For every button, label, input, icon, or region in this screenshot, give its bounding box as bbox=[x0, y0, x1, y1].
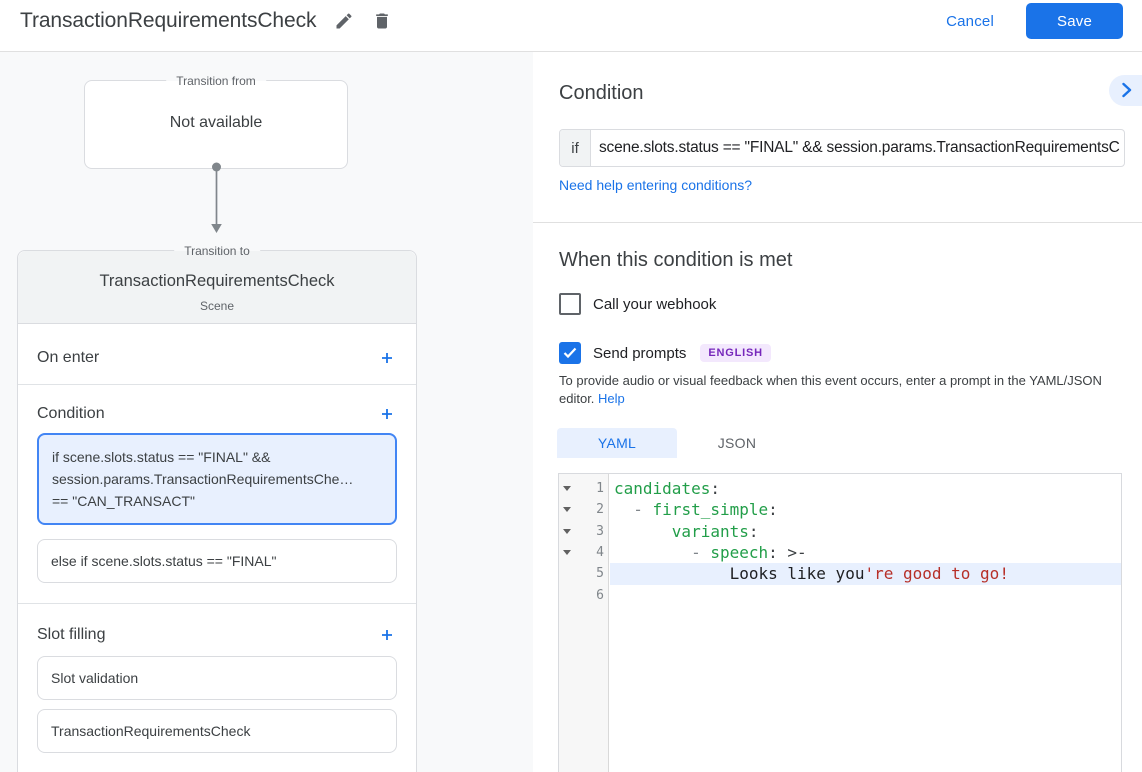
fold-toggle[interactable] bbox=[559, 499, 576, 520]
tab-json[interactable]: JSON bbox=[677, 428, 797, 458]
page-title: TransactionRequirementsCheck bbox=[20, 9, 316, 33]
condition-label: Condition bbox=[37, 405, 105, 423]
fold-toggle[interactable] bbox=[559, 478, 576, 499]
edit-icon[interactable] bbox=[334, 11, 354, 31]
scene-flow-panel: Transition from Not available Transition… bbox=[0, 52, 533, 772]
line-number: 5 bbox=[576, 563, 604, 584]
fold-arrow-icon bbox=[563, 529, 571, 534]
webhook-row: Call your webhook bbox=[559, 293, 716, 315]
tab-yaml[interactable]: YAML bbox=[557, 428, 677, 458]
condition-heading: Condition bbox=[559, 79, 644, 107]
prompt-description: To provide audio or visual feedback when… bbox=[559, 372, 1102, 408]
delete-icon[interactable] bbox=[372, 11, 392, 31]
line-number: 2 bbox=[576, 499, 604, 520]
fold-spacer bbox=[559, 563, 576, 584]
checkmark-icon bbox=[563, 347, 577, 359]
code-text[interactable]: - first_simple: bbox=[610, 499, 1121, 520]
fold-toggle[interactable] bbox=[559, 542, 576, 563]
call-webhook-label: Call your webhook bbox=[593, 296, 716, 313]
else-condition-item[interactable]: else if scene.slots.status == "FINAL" bbox=[37, 539, 397, 583]
code-line: 1 candidates: bbox=[559, 478, 1121, 499]
save-button[interactable]: Save bbox=[1026, 3, 1123, 39]
on-enter-section: On enter bbox=[18, 324, 416, 385]
prompt-description-line1: To provide audio or visual feedback when… bbox=[559, 373, 1102, 388]
collapse-panel-button[interactable] bbox=[1109, 75, 1142, 106]
fold-spacer bbox=[559, 585, 576, 606]
code-text[interactable]: - speech: >- bbox=[610, 542, 1121, 563]
code-line: 6 bbox=[559, 585, 1121, 606]
condition-editor-panel: Condition if scene.slots.status == "FINA… bbox=[533, 52, 1142, 772]
scene-name: TransactionRequirementsCheck bbox=[18, 270, 416, 292]
cancel-button[interactable]: Cancel bbox=[946, 13, 994, 30]
code-text[interactable]: variants: bbox=[610, 521, 1121, 542]
fold-arrow-icon bbox=[563, 486, 571, 491]
line-number: 1 bbox=[576, 478, 604, 499]
condition-line: if scene.slots.status == "FINAL" && bbox=[52, 446, 382, 468]
transition-from-legend: Transition from bbox=[166, 72, 266, 90]
transition-from-box: Transition from Not available bbox=[84, 80, 348, 169]
fold-arrow-icon bbox=[563, 507, 571, 512]
language-badge: ENGLISH bbox=[700, 344, 771, 362]
condition-section: Condition if scene.slots.status == "FINA… bbox=[18, 385, 416, 604]
slot-filling-section: Slot filling Slot validation TransactionR… bbox=[18, 604, 416, 753]
transition-to-legend: Transition to bbox=[174, 242, 260, 260]
top-bar: TransactionRequirementsCheck Cancel Save bbox=[0, 0, 1142, 52]
scene-card: Transition to TransactionRequirementsChe… bbox=[17, 250, 417, 772]
condition-expression-field: if scene.slots.status == "FINAL" && sess… bbox=[559, 129, 1125, 167]
code-text[interactable] bbox=[610, 585, 1121, 606]
condition-line: == "CAN_TRANSACT" bbox=[52, 490, 382, 512]
condition-line: session.params.TransactionRequirementsCh… bbox=[52, 468, 382, 490]
help-link[interactable]: Help bbox=[598, 391, 625, 406]
slot-item[interactable]: TransactionRequirementsCheck bbox=[37, 709, 397, 753]
line-number: 6 bbox=[576, 585, 604, 606]
send-prompts-checkbox[interactable] bbox=[559, 342, 581, 364]
send-prompts-row: Send prompts ENGLISH bbox=[559, 342, 771, 364]
chevron-right-icon bbox=[1122, 82, 1132, 98]
line-number: 3 bbox=[576, 521, 604, 542]
code-line: 2 - first_simple: bbox=[559, 499, 1121, 520]
add-slot-button[interactable] bbox=[381, 629, 393, 641]
code-line: 3 variants: bbox=[559, 521, 1121, 542]
condition-help-link[interactable]: Need help entering conditions? bbox=[559, 176, 752, 194]
code-line: 5 Looks like you're good to go! bbox=[559, 563, 1121, 584]
scene-card-header[interactable]: TransactionRequirementsCheck Scene bbox=[18, 251, 416, 324]
editor-format-tabs: YAMLJSON bbox=[557, 428, 797, 458]
line-number: 4 bbox=[576, 542, 604, 563]
code-text[interactable]: candidates: bbox=[610, 478, 1121, 499]
call-webhook-checkbox[interactable] bbox=[559, 293, 581, 315]
fold-toggle[interactable] bbox=[559, 521, 576, 542]
on-enter-label: On enter bbox=[37, 349, 99, 367]
active-condition-item[interactable]: if scene.slots.status == "FINAL" &&sessi… bbox=[37, 433, 397, 525]
if-prefix: if bbox=[560, 130, 591, 166]
add-condition-button[interactable] bbox=[381, 408, 393, 420]
panel-divider bbox=[533, 222, 1142, 223]
condition-met-heading: When this condition is met bbox=[559, 246, 792, 274]
fold-arrow-icon bbox=[563, 550, 571, 555]
slot-filling-label: Slot filling bbox=[37, 626, 105, 644]
send-prompts-label: Send prompts bbox=[593, 345, 686, 362]
flow-arrow bbox=[200, 158, 233, 240]
slot-item[interactable]: Slot validation bbox=[37, 656, 397, 700]
condition-expression-input[interactable]: scene.slots.status == "FINAL" && session… bbox=[591, 130, 1124, 166]
scene-type-label: Scene bbox=[18, 298, 416, 314]
prompt-description-line2: editor. bbox=[559, 391, 594, 406]
code-line: 4 - speech: >- bbox=[559, 542, 1121, 563]
code-text[interactable]: Looks like you're good to go! bbox=[610, 563, 1121, 584]
yaml-code-editor[interactable]: 1candidates:2 - first_simple:3 variants:… bbox=[558, 473, 1122, 772]
add-on-enter-button[interactable] bbox=[381, 352, 393, 364]
